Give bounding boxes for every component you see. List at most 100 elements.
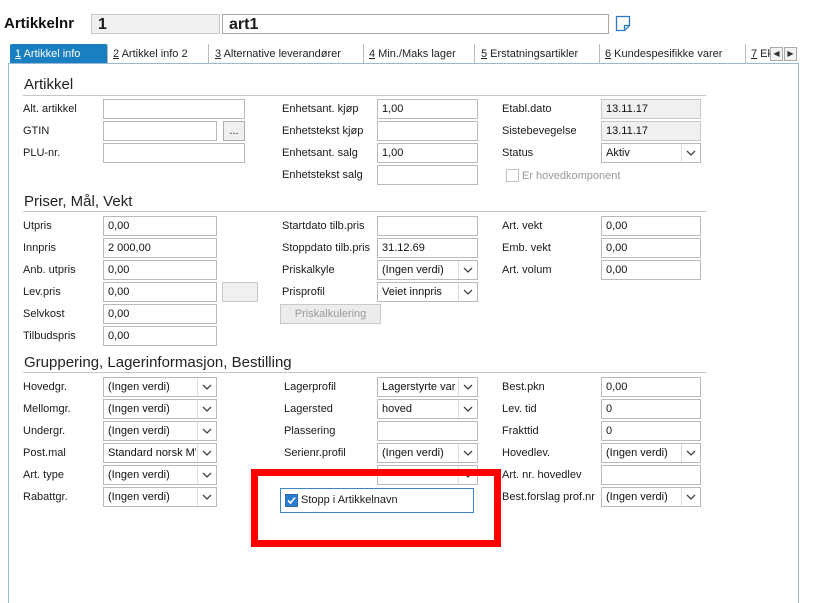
hovedkomponent-checkbox[interactable] [506, 169, 519, 182]
gtin-browse-button[interactable]: ... [223, 121, 245, 141]
chevron-down-icon [458, 378, 477, 396]
chevron-down-icon [681, 144, 700, 162]
mellomgr-label: Mellomgr. [23, 403, 71, 415]
lagerprofil-select[interactable]: Lagerstyrte var [377, 377, 478, 397]
chevron-down-icon [458, 444, 477, 462]
gtin-label: GTIN [23, 125, 50, 137]
tab-min-maks-lager[interactable]: 4 Min./Maks lager [364, 44, 475, 64]
serienr-profil-label: Serienr.profil [284, 447, 346, 459]
lev-tid-input[interactable]: 0 [601, 399, 701, 419]
serienr-profil-value: (Ingen verdi) [382, 447, 444, 459]
chevron-down-icon [458, 400, 477, 418]
priskalkyle-value: (Ingen verdi) [382, 264, 444, 276]
article-name-input[interactable]: art1 [222, 14, 609, 34]
undergr-label: Undergr. [23, 425, 66, 437]
best-pkn-input[interactable]: 0,00 [601, 377, 701, 397]
tab-erstatningsartikler[interactable]: 5 Erstatningsartikler [476, 44, 600, 64]
chevron-down-icon [197, 466, 216, 484]
innpris-input[interactable]: 2 000,00 [103, 238, 217, 258]
art-volum-label: Art. volum [502, 264, 552, 276]
art-volum-input[interactable]: 0,00 [601, 260, 701, 280]
stoppdato-input[interactable]: 31.12.69 [377, 238, 478, 258]
hovedgr-select[interactable]: (Ingen verdi) [103, 377, 217, 397]
hovedkomponent-label: Er hovedkomponent [522, 170, 621, 182]
etabl-dato-label: Etabl.dato [502, 103, 552, 115]
priskalkyle-select[interactable]: (Ingen verdi) [377, 260, 478, 280]
tab-scroll-right-button[interactable]: ▶ [784, 47, 797, 61]
art-nr-hovedlev-input[interactable] [601, 465, 701, 485]
etabl-dato-field: 13.11.17 [601, 99, 701, 119]
prisprofil-select[interactable]: Veiet innpris [377, 282, 478, 302]
status-value: Aktiv [606, 147, 630, 159]
note-icon[interactable] [615, 15, 633, 33]
utpris-label: Utpris [23, 220, 52, 232]
startdato-input[interactable] [377, 216, 478, 236]
post-mal-select[interactable]: Standard norsk MV [103, 443, 217, 463]
tab-artikkel-info[interactable]: 1 Artikkel info [10, 44, 108, 64]
art-type-select[interactable]: (Ingen verdi) [103, 465, 217, 485]
plassering-label: Plassering [284, 425, 336, 437]
alt-artikkel-input[interactable] [103, 99, 245, 119]
art-vekt-label: Art. vekt [502, 220, 543, 232]
emb-vekt-label: Emb. vekt [502, 242, 551, 254]
section-title-priser: Priser, Mål, Vekt [24, 193, 133, 210]
tab-kundespesifikke-varer[interactable]: 6 Kundespesifikke varer [600, 44, 746, 64]
enhetstekst-kjop-input[interactable] [377, 121, 478, 141]
divider [23, 372, 706, 373]
enhetstekst-salg-input[interactable] [377, 165, 478, 185]
chevron-down-icon [681, 488, 700, 506]
art-nr-hovedlev-label: Art. nr. hovedlev [502, 469, 582, 481]
section-title-gruppering: Gruppering, Lagerinformasjon, Bestilling [24, 354, 292, 371]
undergr-value: (Ingen verdi) [108, 425, 170, 437]
tilbudspris-label: Tilbudspris [23, 330, 76, 342]
serienr-profil-select[interactable]: (Ingen verdi) [377, 443, 478, 463]
tilbudspris-input[interactable]: 0,00 [103, 326, 217, 346]
lagerprofil-value: Lagerstyrte var [382, 381, 456, 393]
rabattgr-value: (Ingen verdi) [108, 491, 170, 503]
prisprofil-value: Veiet innpris [382, 286, 442, 298]
art-type-value: (Ingen verdi) [108, 469, 170, 481]
plassering-input[interactable] [377, 421, 478, 441]
undergr-select[interactable]: (Ingen verdi) [103, 421, 217, 441]
mellomgr-select[interactable]: (Ingen verdi) [103, 399, 217, 419]
priskalkyle-label: Priskalkyle [282, 264, 335, 276]
highlight-box [251, 469, 501, 547]
tab-scroll-left-button[interactable]: ◀ [770, 47, 783, 61]
anb-utpris-input[interactable]: 0,00 [103, 260, 217, 280]
sistebevegelse-field: 13.11.17 [601, 121, 701, 141]
alt-artikkel-label: Alt. artikkel [23, 103, 77, 115]
enhetsant-kjop-input[interactable]: 1,00 [377, 99, 478, 119]
frakttid-input[interactable]: 0 [601, 421, 701, 441]
gtin-input[interactable] [103, 121, 217, 141]
lagersted-select[interactable]: hoved [377, 399, 478, 419]
chevron-down-icon [197, 422, 216, 440]
section-title-artikkel: Artikkel [24, 76, 74, 93]
art-vekt-input[interactable]: 0,00 [601, 216, 701, 236]
priskalkulering-button[interactable]: Priskalkulering [280, 304, 381, 324]
status-label: Status [502, 147, 534, 159]
best-forslag-select[interactable]: (Ingen verdi) [601, 487, 701, 507]
status-select[interactable]: Aktiv [601, 143, 701, 163]
selvkost-input[interactable]: 0,00 [103, 304, 217, 324]
post-mal-label: Post.mal [23, 447, 66, 459]
plu-input[interactable] [103, 143, 245, 163]
rabattgr-select[interactable]: (Ingen verdi) [103, 487, 217, 507]
frakttid-label: Frakttid [502, 425, 539, 437]
tab-alternative-leverandorer[interactable]: 3 Alternative leverandører [210, 44, 364, 64]
enhetsant-salg-label: Enhetsant. salg [282, 147, 358, 159]
enhetsant-salg-input[interactable]: 1,00 [377, 143, 478, 163]
startdato-label: Startdato tilb.pris [282, 220, 365, 232]
best-forslag-label: Best.forslag prof.nr [502, 491, 595, 503]
rabattgr-label: Rabattgr. [23, 491, 68, 503]
selvkost-label: Selvkost [23, 308, 65, 320]
lev-pris-input[interactable]: 0,00 [103, 282, 217, 302]
utpris-input[interactable]: 0,00 [103, 216, 217, 236]
article-number-field[interactable]: 1 [91, 14, 220, 34]
chevron-down-icon [197, 400, 216, 418]
hovedlev-select[interactable]: (Ingen verdi) [601, 443, 701, 463]
emb-vekt-input[interactable]: 0,00 [601, 238, 701, 258]
hovedlev-label: Hovedlev. [502, 447, 551, 459]
tab-artikkel-info-2[interactable]: 2 Artikkel info 2 [108, 44, 209, 64]
lev-pris-label: Lev.pris [23, 286, 61, 298]
art-type-label: Art. type [23, 469, 64, 481]
